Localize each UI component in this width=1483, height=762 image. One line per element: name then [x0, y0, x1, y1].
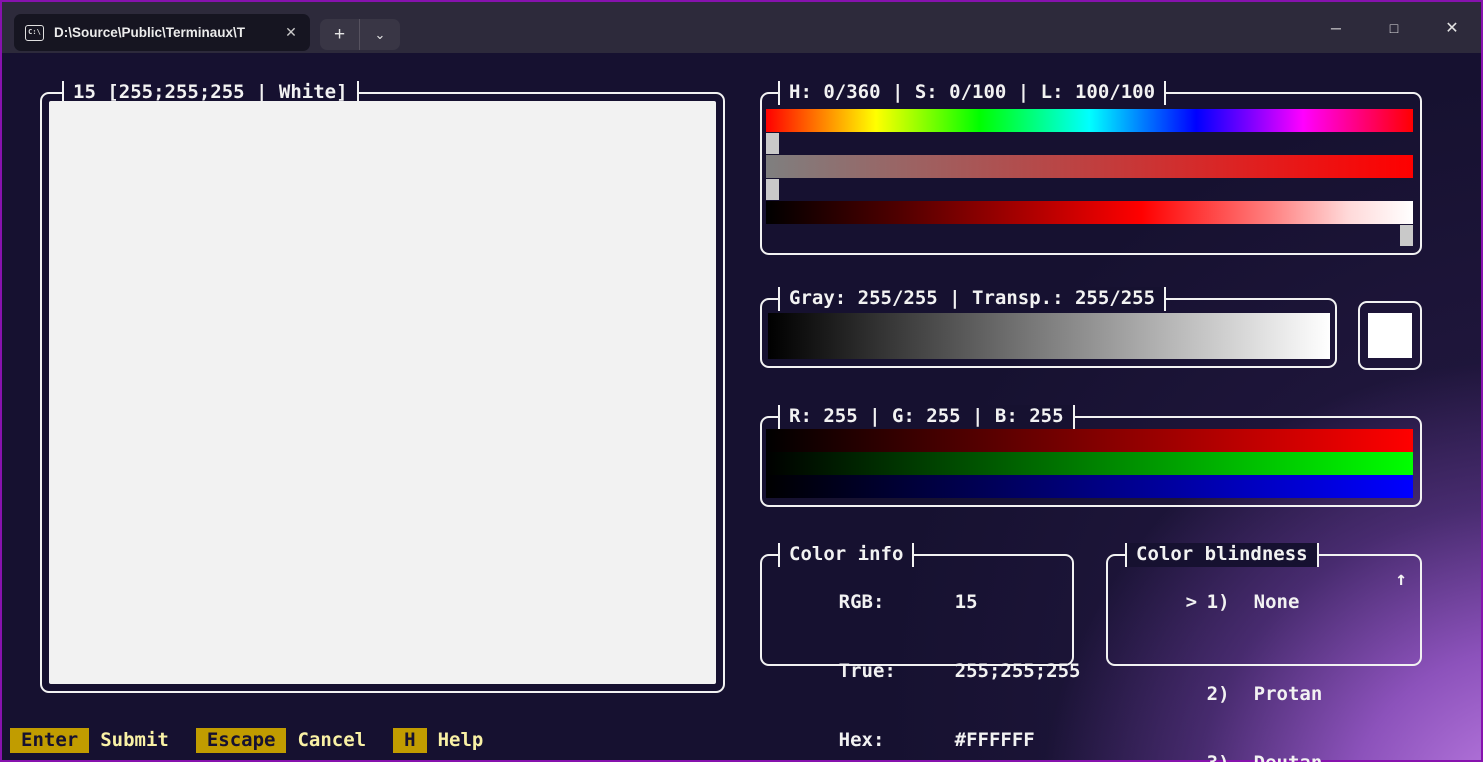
rgb-title: R: 255 | G: 255 | B: 255: [778, 405, 1075, 429]
close-button[interactable]: ✕: [1423, 2, 1481, 53]
lightness-slider: [766, 224, 1413, 247]
info-value: 15: [955, 591, 978, 613]
gray-panel: Gray: 255/255 | Transp.: 255/255: [760, 298, 1337, 368]
info-label: Hex:: [839, 729, 955, 752]
info-label: True:: [839, 660, 955, 683]
key-chip-h[interactable]: H: [393, 728, 426, 753]
selected-color-swatch: [1368, 313, 1412, 358]
info-value: #FFFFFF: [955, 729, 1035, 751]
info-label: RGB:: [839, 591, 955, 614]
new-tab-button[interactable]: +: [320, 19, 360, 50]
hue-slider: [766, 132, 1413, 155]
saturation-bar[interactable]: [766, 155, 1413, 178]
color-blindness-panel: Color blindness >1)None ↑ 2)Protan 3)Deu…: [1106, 554, 1422, 666]
saturation-slider: [766, 178, 1413, 201]
lightness-slider-handle[interactable]: [1400, 225, 1413, 246]
hsl-title: H: 0/360 | S: 0/100 | L: 100/100: [778, 81, 1166, 105]
keybinding-help: H Help: [393, 728, 483, 753]
color-preview-fill: [49, 101, 716, 684]
info-row-hex: Hex:#FFFFFF: [770, 706, 1072, 762]
item-name: Protan: [1254, 683, 1323, 705]
item-name: Deutan: [1254, 752, 1323, 762]
minimize-button[interactable]: ─: [1307, 2, 1365, 53]
info-value: 255;255;255: [955, 660, 1081, 682]
terminal-window: { "window": { "tab": { "icon_label": "C:…: [0, 0, 1483, 762]
tab-actions: + ⌄: [320, 19, 400, 50]
color-info-panel: Color info RGB:15 True:255;255;255 Hex:#…: [760, 554, 1074, 666]
rgb-panel: R: 255 | G: 255 | B: 255: [760, 416, 1422, 507]
info-row-rgb: RGB:15: [770, 568, 1072, 637]
keybinding-submit: Enter Submit: [10, 728, 169, 753]
terminal-content: 15 [255;255;255 | White] H: 0/360 | S: 0…: [2, 53, 1481, 760]
hsl-panel: H: 0/360 | S: 0/100 | L: 100/100: [760, 92, 1422, 255]
gray-bar[interactable]: [768, 313, 1330, 359]
saturation-slider-handle[interactable]: [766, 179, 779, 200]
maximize-button[interactable]: □: [1365, 2, 1423, 53]
hue-slider-handle[interactable]: [766, 133, 779, 154]
action-cancel: Cancel: [297, 728, 366, 753]
action-submit: Submit: [100, 728, 169, 753]
tab-title: D:\Source\Public\Terminaux\T: [54, 25, 246, 40]
window-controls: ─ □ ✕: [1307, 2, 1481, 53]
lightness-bar[interactable]: [766, 201, 1413, 224]
item-name: None: [1254, 591, 1300, 613]
gray-title: Gray: 255/255 | Transp.: 255/255: [778, 287, 1166, 311]
key-chip-escape[interactable]: Escape: [196, 728, 287, 753]
item-number: 3): [1207, 752, 1254, 762]
titlebar: C:\ D:\Source\Public\Terminaux\T ✕ + ⌄ ─…: [2, 2, 1481, 53]
key-chip-enter[interactable]: Enter: [10, 728, 89, 753]
list-item-protan[interactable]: 2)Protan: [1117, 660, 1420, 729]
color-preview-panel: 15 [255;255;255 | White]: [40, 92, 725, 693]
terminal-tab[interactable]: C:\ D:\Source\Public\Terminaux\T ✕: [14, 14, 310, 51]
info-row-true: True:255;255;255: [770, 637, 1072, 706]
chevron-down-icon[interactable]: ⌄: [360, 19, 400, 50]
red-bar[interactable]: [766, 429, 1413, 452]
action-help: Help: [438, 728, 484, 753]
selected-color-swatch-panel: [1358, 301, 1422, 370]
green-bar[interactable]: [766, 452, 1413, 475]
hue-bar[interactable]: [766, 109, 1413, 132]
color-info-title: Color info: [778, 543, 914, 567]
cmd-icon: C:\: [25, 25, 44, 41]
keybinding-bar: Enter Submit Escape Cancel H Help: [10, 727, 483, 753]
item-number: 2): [1207, 683, 1254, 706]
list-item-none[interactable]: >1)None ↑: [1117, 568, 1420, 660]
item-number: 1): [1207, 591, 1254, 614]
color-blindness-title: Color blindness: [1125, 543, 1319, 567]
selection-marker: >: [1186, 591, 1207, 614]
list-item-deutan[interactable]: 3)Deutan: [1117, 729, 1420, 762]
keybinding-cancel: Escape Cancel: [196, 728, 366, 753]
scroll-up-icon[interactable]: ↑: [1396, 568, 1407, 591]
blue-bar[interactable]: [766, 475, 1413, 498]
close-tab-icon[interactable]: ✕: [282, 24, 300, 41]
